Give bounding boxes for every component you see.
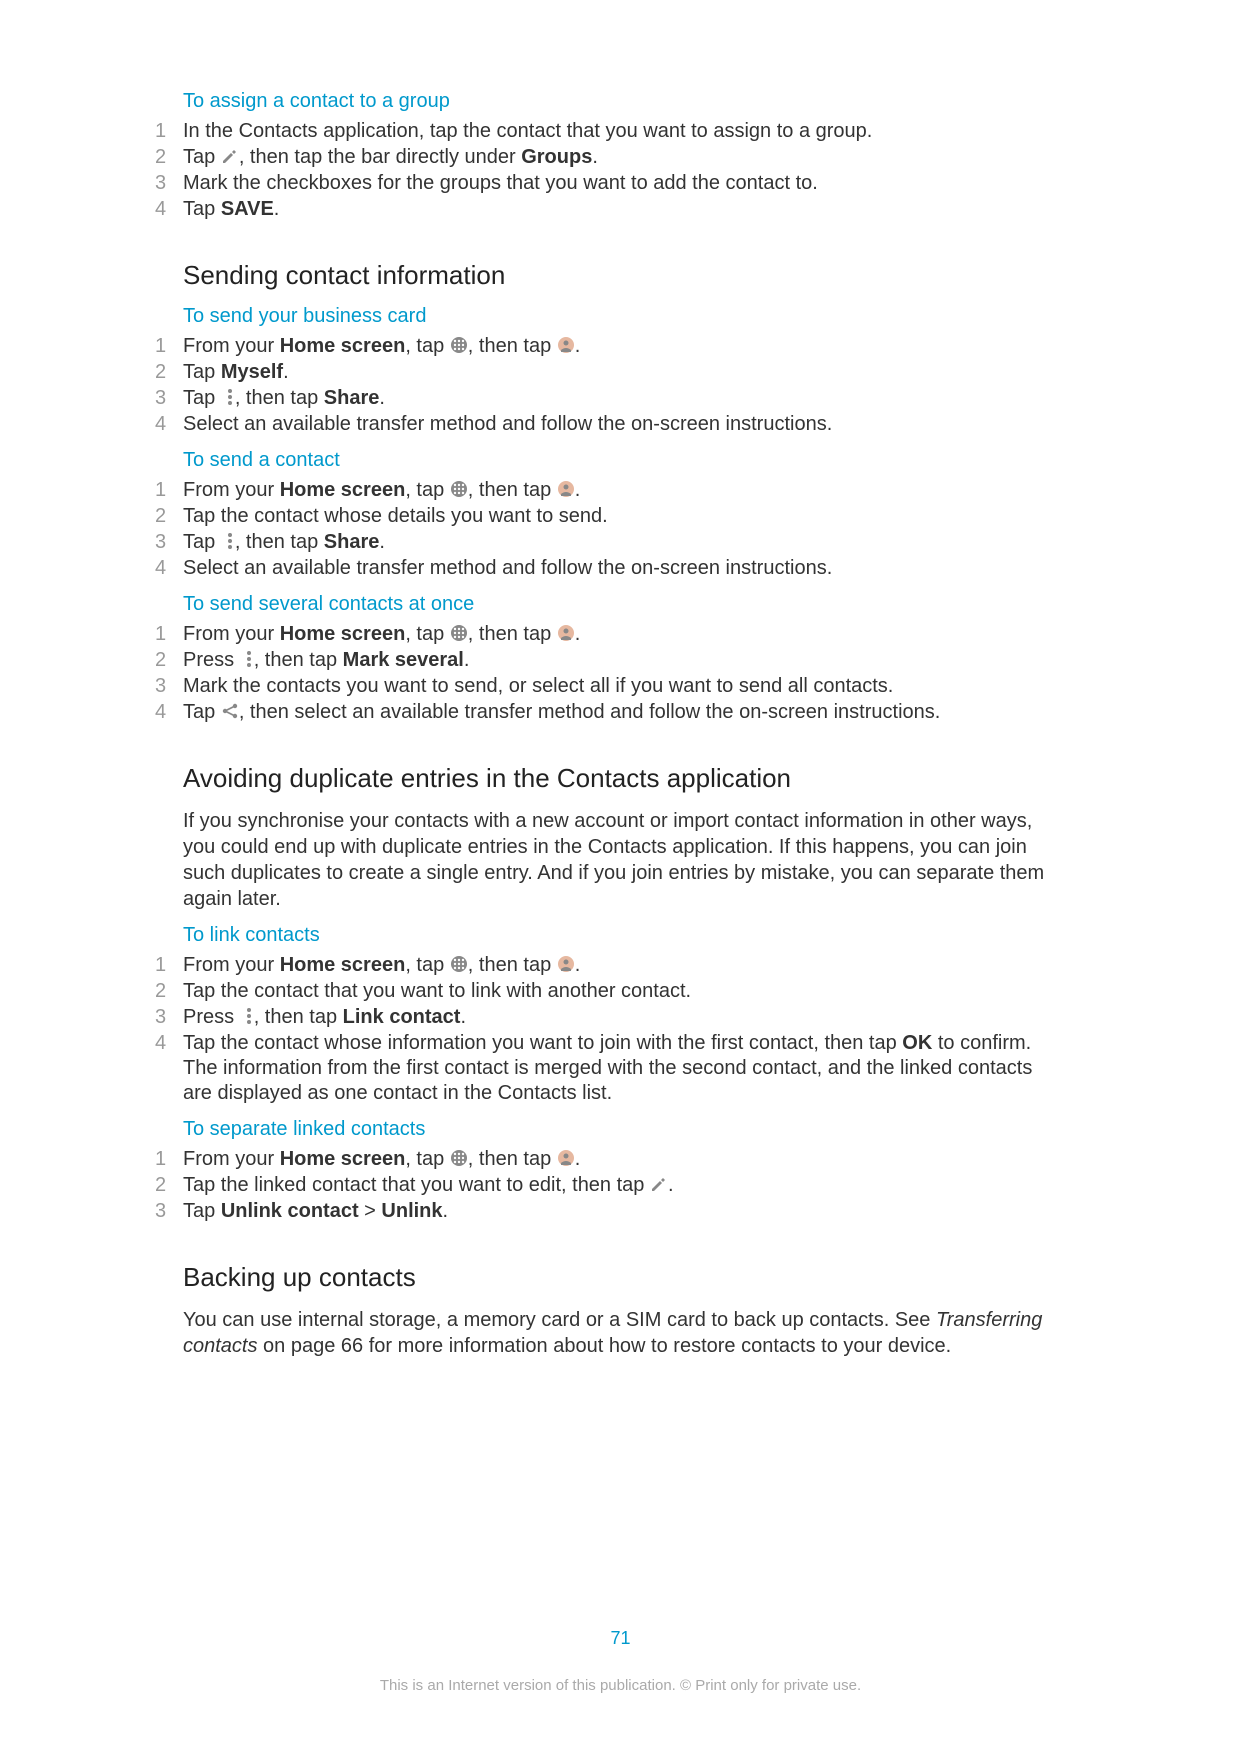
contacts-icon [557,336,575,354]
step: Tap SAVE. [155,197,1061,222]
pencil-icon [221,147,239,165]
step: From your Home screen, tap , then tap . [155,953,1061,978]
step: From your Home screen, tap , then tap . [155,622,1061,647]
steps-send-contact: From your Home screen, tap , then tap . … [155,478,1061,581]
step: Tap the contact whose information you wa… [155,1031,1061,1106]
step: Tap the contact that you want to link wi… [155,979,1061,1004]
step: Press , then tap Mark several. [155,648,1061,673]
step: Tap , then tap Share. [155,530,1061,555]
step: Select an available transfer method and … [155,412,1061,437]
share-icon [221,702,239,720]
section-title-backup: Backing up contacts [183,1262,1061,1293]
paragraph-backup: You can use internal storage, a memory c… [183,1307,1061,1359]
page-footer: 71 This is an Internet version of this p… [0,1628,1241,1694]
contacts-icon [557,480,575,498]
step: Select an available transfer method and … [155,556,1061,581]
paragraph-duplicates: If you synchronise your contacts with a … [183,808,1061,912]
apps-icon [450,955,468,973]
step: Mark the contacts you want to send, or s… [155,674,1061,699]
step: Tap Unlink contact > Unlink. [155,1199,1061,1224]
steps-separate-linked: From your Home screen, tap , then tap . … [155,1147,1061,1224]
more-icon [240,1007,254,1025]
task-title-link-contacts: To link contacts [183,924,1061,947]
steps-link-contacts: From your Home screen, tap , then tap . … [155,953,1061,1106]
steps-assign-group: In the Contacts application, tap the con… [155,119,1061,222]
steps-send-several: From your Home screen, tap , then tap . … [155,622,1061,725]
more-icon [240,650,254,668]
contacts-icon [557,624,575,642]
apps-icon [450,480,468,498]
pencil-icon [650,1175,668,1193]
step: From your Home screen, tap , then tap . [155,334,1061,359]
manual-page: To assign a contact to a group In the Co… [0,0,1241,1754]
step: In the Contacts application, tap the con… [155,119,1061,144]
page-number: 71 [0,1628,1241,1649]
step: From your Home screen, tap , then tap . [155,478,1061,503]
section-title-duplicates: Avoiding duplicate entries in the Contac… [183,763,1061,794]
more-icon [221,388,235,406]
step: Tap , then select an available transfer … [155,700,1061,725]
contacts-icon [557,1149,575,1167]
apps-icon [450,1149,468,1167]
step: Press , then tap Link contact. [155,1005,1061,1030]
task-title-assign-group: To assign a contact to a group [183,90,1061,113]
steps-business-card: From your Home screen, tap , then tap . … [155,334,1061,437]
contacts-icon [557,955,575,973]
task-title-send-contact: To send a contact [183,449,1061,472]
step: From your Home screen, tap , then tap . [155,1147,1061,1172]
apps-icon [450,624,468,642]
step: Tap the linked contact that you want to … [155,1173,1061,1198]
task-title-separate-linked: To separate linked contacts [183,1118,1061,1141]
footer-disclaimer: This is an Internet version of this publ… [0,1677,1241,1694]
step: Tap , then tap the bar directly under Gr… [155,145,1061,170]
step: Tap the contact whose details you want t… [155,504,1061,529]
task-title-send-several: To send several contacts at once [183,593,1061,616]
section-title-sending: Sending contact information [183,260,1061,291]
task-title-business-card: To send your business card [183,305,1061,328]
apps-icon [450,336,468,354]
more-icon [221,532,235,550]
step: Mark the checkboxes for the groups that … [155,171,1061,196]
step: Tap Myself. [155,360,1061,385]
step: Tap , then tap Share. [155,386,1061,411]
